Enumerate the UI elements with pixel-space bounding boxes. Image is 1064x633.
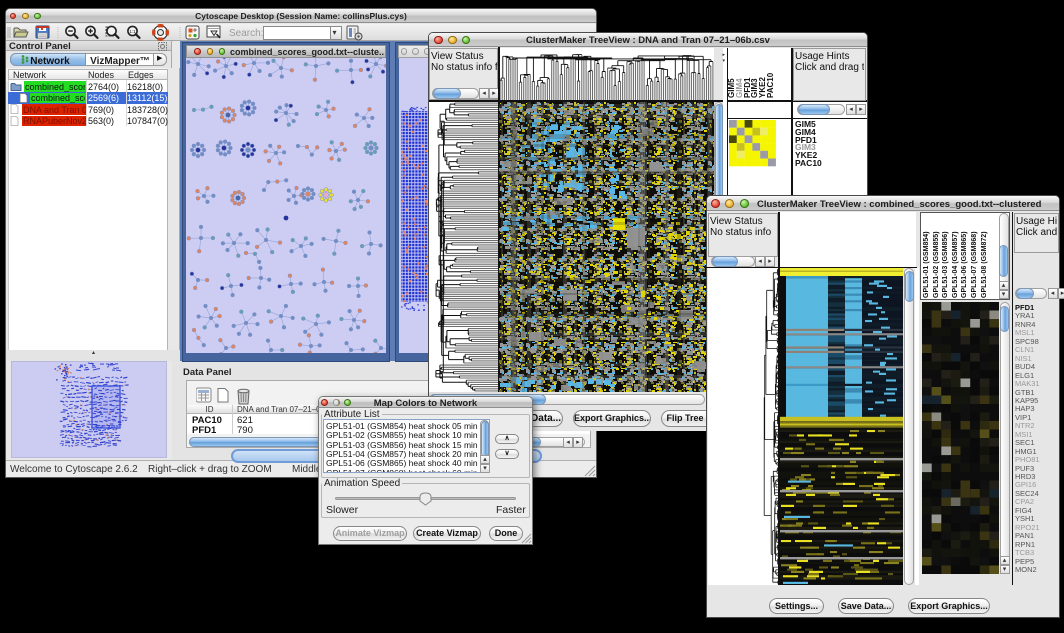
svg-text:1:1: 1:1 (129, 29, 136, 34)
